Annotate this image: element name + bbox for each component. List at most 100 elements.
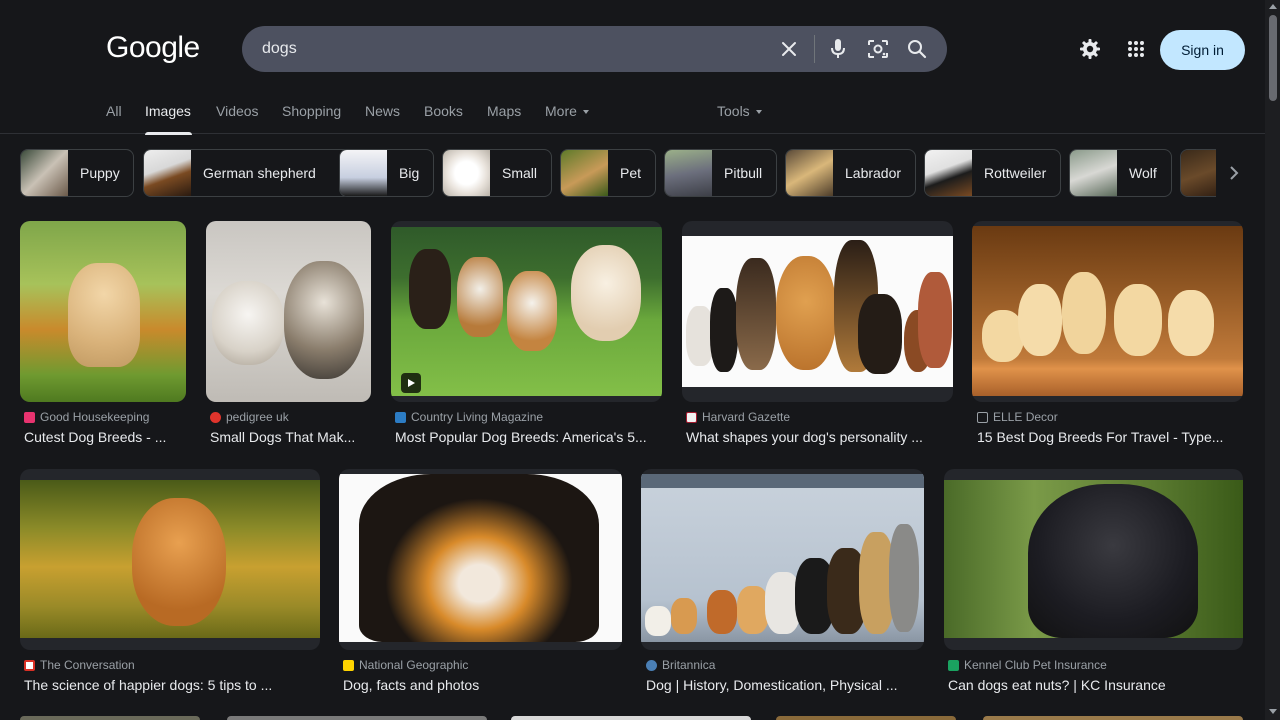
source-name: Good Housekeeping xyxy=(40,410,150,424)
chip-label: Big xyxy=(399,165,420,181)
result-title[interactable]: The science of happier dogs: 5 tips to .… xyxy=(24,677,318,693)
source-favicon xyxy=(977,411,988,423)
tab-more[interactable]: More xyxy=(545,103,589,119)
next-row-image[interactable] xyxy=(776,716,956,720)
dog-figure xyxy=(1114,284,1162,356)
image-frame xyxy=(339,469,622,650)
result-source: Country Living Magazine xyxy=(395,410,543,424)
result-title[interactable]: Cutest Dog Breeds - ... xyxy=(24,429,184,445)
source-name: The Conversation xyxy=(40,658,135,672)
result-title[interactable]: Most Popular Dog Breeds: America's 5... xyxy=(395,429,661,445)
result-title[interactable]: 15 Best Dog Breeds For Travel - Type... xyxy=(977,429,1239,445)
search-box[interactable] xyxy=(242,26,947,72)
chip-thumbnail xyxy=(925,150,972,196)
result-title[interactable]: Small Dogs That Mak... xyxy=(210,429,370,445)
dog-figure xyxy=(68,263,140,367)
dog-figure xyxy=(1028,484,1198,638)
image-frame xyxy=(206,221,371,402)
breed-size-chart-image xyxy=(641,474,924,642)
next-row-image[interactable] xyxy=(227,716,487,720)
search-input[interactable] xyxy=(262,26,762,72)
close-icon[interactable] xyxy=(777,37,801,61)
small-dogs-photo xyxy=(206,221,371,402)
next-row-image[interactable] xyxy=(983,716,1243,720)
dog-figure xyxy=(284,261,364,379)
result-source: ELLE Decor xyxy=(977,410,1058,424)
source-name: National Geographic xyxy=(359,658,469,672)
image-frame xyxy=(391,221,662,402)
gear-icon[interactable] xyxy=(1078,37,1102,61)
chip-label: Labrador xyxy=(845,165,902,181)
chip-pitbull[interactable]: Pitbull xyxy=(664,149,777,197)
chip-rottweiler[interactable]: Rottweiler xyxy=(924,149,1061,197)
camera-lens-icon[interactable] xyxy=(866,37,890,61)
puppy-photo xyxy=(20,221,186,402)
source-favicon xyxy=(24,659,35,671)
chip-wolf[interactable]: Wolf xyxy=(1069,149,1172,197)
dog-figure xyxy=(918,272,952,368)
tab-videos[interactable]: Videos xyxy=(216,103,259,119)
dog-figure xyxy=(736,258,776,370)
page-scrollbar[interactable] xyxy=(1265,0,1280,720)
sign-in-button[interactable]: Sign in xyxy=(1160,30,1245,70)
tools-button[interactable]: Tools xyxy=(717,103,762,119)
chip-thumbnail xyxy=(665,150,712,196)
tab-shopping[interactable]: Shopping xyxy=(282,103,341,119)
source-favicon xyxy=(24,411,35,423)
play-icon xyxy=(401,373,421,393)
dog-figure xyxy=(571,245,641,341)
tab-maps[interactable]: Maps xyxy=(487,103,521,119)
result-source: Good Housekeeping xyxy=(24,410,149,424)
source-favicon xyxy=(343,659,354,671)
next-row-image[interactable] xyxy=(511,716,751,720)
search-divider xyxy=(814,35,815,63)
result-title[interactable]: Dog | History, Domestication, Physical .… xyxy=(646,677,922,693)
dog-figure xyxy=(1062,272,1106,354)
chip-label: Wolf xyxy=(1129,165,1157,181)
chip-thumbnail xyxy=(561,150,608,196)
chip-puppy[interactable]: Puppy xyxy=(20,149,134,197)
chip-label: German shepherd xyxy=(203,165,316,181)
scrollbar-thumb[interactable] xyxy=(1269,15,1277,101)
chip-german-shepherd[interactable]: German shepherd xyxy=(143,149,351,197)
breed-group-photo xyxy=(682,236,953,387)
dog-figure xyxy=(645,606,671,636)
chip-partial[interactable] xyxy=(1180,149,1216,197)
next-row-image[interactable] xyxy=(20,716,200,720)
source-name: Country Living Magazine xyxy=(411,410,544,424)
chevron-right-icon[interactable] xyxy=(1222,161,1246,185)
chip-thumbnail xyxy=(1181,150,1216,196)
chip-pet[interactable]: Pet xyxy=(560,149,656,197)
source-favicon xyxy=(948,659,959,671)
dog-figure xyxy=(1018,284,1062,356)
tab-more-label: More xyxy=(545,103,577,119)
dog-figure xyxy=(409,249,451,329)
chip-label: Small xyxy=(502,165,538,181)
search-tabs: All Images Videos Shopping News Books Ma… xyxy=(0,96,1265,135)
source-name: Kennel Club Pet Insurance xyxy=(964,658,1107,672)
source-name: pedigree uk xyxy=(226,410,289,424)
scroll-down-icon[interactable] xyxy=(1269,709,1277,714)
source-favicon xyxy=(395,411,406,423)
result-title[interactable]: What shapes your dog's personality ... xyxy=(686,429,952,445)
chip-labrador[interactable]: Labrador xyxy=(785,149,916,197)
source-name: ELLE Decor xyxy=(993,410,1058,424)
chip-big[interactable]: Big xyxy=(339,149,434,197)
scroll-up-icon[interactable] xyxy=(1269,4,1277,9)
dog-figure xyxy=(889,524,919,632)
tab-books[interactable]: Books xyxy=(424,103,463,119)
dog-figure xyxy=(710,288,738,372)
tab-all[interactable]: All xyxy=(106,103,122,119)
dog-figure xyxy=(457,257,503,337)
mic-icon[interactable] xyxy=(826,37,850,61)
tab-news[interactable]: News xyxy=(365,103,400,119)
google-logo[interactable]: Google xyxy=(106,31,200,65)
search-icon[interactable] xyxy=(905,37,929,61)
chip-small[interactable]: Small xyxy=(442,149,552,197)
result-title[interactable]: Dog, facts and photos xyxy=(343,677,621,693)
result-title[interactable]: Can dogs eat nuts? | KC Insurance xyxy=(948,677,1242,693)
tab-images[interactable]: Images xyxy=(145,103,191,119)
apps-grid-icon[interactable] xyxy=(1124,37,1148,61)
chevron-down-icon xyxy=(755,110,762,114)
result-source: Britannica xyxy=(646,658,715,672)
